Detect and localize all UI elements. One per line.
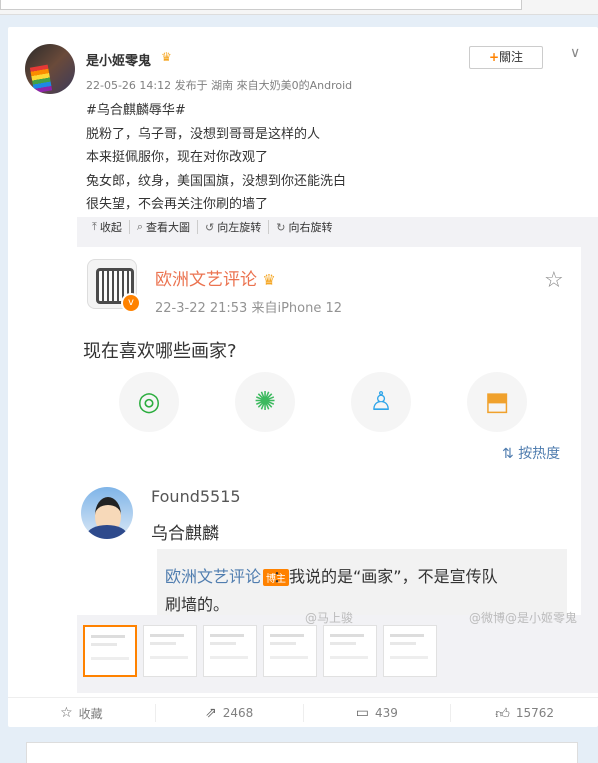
address-field[interactable]	[0, 0, 522, 10]
reply-author: 欧洲文艺评论 博主	[165, 563, 290, 587]
media-viewer: ⤒ 收起 ⌕ 查看大圖 ↺ 向左旋转 ↻ 向右旋转 v 欧洲文艺评论 ♛ 22-3-22…	[77, 217, 598, 693]
verified-icon: v	[121, 293, 141, 313]
reply-author-label: 欧洲文艺评论	[165, 567, 262, 586]
rotate-left-icon: ↺	[205, 220, 215, 234]
plus-icon: +	[488, 50, 500, 64]
sort-icon: ⇅	[502, 446, 514, 462]
moments-icon: ✺	[235, 372, 295, 432]
rotate-right-label: 向右旋转	[288, 221, 333, 234]
post-line: 本来挺佩服你，现在对你改观了	[86, 150, 269, 165]
wechat-icon: ◎	[119, 372, 179, 432]
thumbnail[interactable]	[203, 625, 257, 677]
inner-account-label: 欧洲文艺评论	[155, 270, 257, 290]
username[interactable]: 是小姬零鬼	[86, 50, 151, 69]
crown-icon: ♛	[161, 50, 172, 64]
repost-count: 2468	[222, 706, 254, 720]
like-count: 15762	[515, 706, 555, 720]
inner-meta: 22-3-22 21:53 来自iPhone 12	[155, 301, 343, 316]
hashtag[interactable]: #乌合麒麟辱华#	[86, 99, 346, 123]
commenter-name: Found5515	[151, 487, 241, 506]
post-line: 脱粉了，乌子哥，没想到哥哥是这样的人	[86, 126, 321, 142]
thumbnail[interactable]	[83, 625, 137, 677]
post-meta: 22-05-26 14:12 发布于 湖南 來自大奶美0的Android	[86, 79, 353, 92]
post-line: 兔女郎，纹身，美国国旗，没想到你还能洗白	[86, 173, 347, 189]
collapse-label: 收起	[99, 221, 122, 234]
thumbnail[interactable]	[383, 625, 437, 677]
sort-label: ⇅ 按热度	[502, 443, 560, 463]
star-icon: ☆	[544, 268, 564, 293]
comment-count: 439	[375, 706, 398, 720]
repost-icon: ⇗	[204, 705, 217, 721]
save-image-icon: ⬒	[467, 372, 527, 432]
avatar[interactable]	[25, 44, 75, 94]
comment-text: 乌合麒麟	[151, 524, 219, 544]
star-icon: ☆	[60, 705, 73, 721]
weibo-post-card: 是小姬零鬼 ♛ 22-05-26 14:12 发布于 湖南 來自大奶美0的And…	[8, 27, 598, 727]
avatar-body	[87, 525, 127, 539]
rainbow-flag-icon	[29, 64, 53, 94]
thumbnail[interactable]	[323, 625, 377, 677]
thumbs-up-icon: 👍︎	[495, 705, 510, 722]
watermark: @微博@是小姬零鬼	[469, 611, 578, 625]
thumbnail[interactable]	[263, 625, 317, 677]
collapse-button[interactable]: ⤒ 收起	[85, 220, 129, 234]
collapse-icon: ⤒	[92, 220, 97, 233]
qq-icon: ♙	[351, 372, 411, 432]
media-toolbar: ⤒ 收起 ⌕ 查看大圖 ↺ 向左旋转 ↻ 向右旋转	[85, 220, 339, 234]
browser-top-bar	[0, 0, 598, 15]
reply-text-2: 刷墙的。	[165, 595, 230, 614]
view-large-button[interactable]: ⌕ 查看大圖	[128, 220, 197, 234]
rotate-right-icon: ↻	[276, 220, 286, 234]
sort-text: 按热度	[518, 446, 561, 462]
rotate-left-button[interactable]: ↺ 向左旋转	[197, 220, 268, 234]
watermark: @马上骏	[305, 611, 354, 625]
screenshot-image[interactable]: v 欧洲文艺评论 ♛ 22-3-22 21:53 来自iPhone 12 ☆ 现…	[77, 247, 581, 615]
reply-box: 欧洲文艺评论 博主 ：我说的是“画家”，不是宣传队 刷墙的。	[157, 549, 567, 615]
repost-button[interactable]: ⇗ 2468	[154, 704, 303, 722]
action-bar: ☆ 收藏 ⇗ 2468 ▭ 439 👍︎ 15762	[8, 697, 598, 728]
follow-button[interactable]: +關注	[469, 46, 543, 69]
next-post-card	[26, 742, 578, 763]
commenter-avatar	[81, 487, 133, 539]
inner-avatar: v	[87, 259, 141, 313]
zoom-icon: ⌕	[136, 220, 144, 233]
comment-icon: ▭	[355, 705, 370, 721]
like-button[interactable]: 👍︎ 15762	[450, 704, 598, 722]
comment-button[interactable]: ▭ 439	[302, 704, 451, 722]
view-large-label: 查看大圖	[146, 221, 191, 234]
rotate-right-button[interactable]: ↻ 向右旋转	[268, 220, 339, 234]
post-text: #乌合麒麟辱华# 脱粉了，乌子哥，没想到哥哥是这样的人 本来挺佩服你，现在对你改…	[86, 99, 346, 217]
reply-text: ：我说的是“画家”，不是宣传队	[273, 567, 498, 586]
chevron-down-icon[interactable]: ∨	[570, 45, 580, 61]
favorite-label: 收藏	[78, 706, 103, 721]
crown-icon: ♛	[262, 271, 276, 289]
inner-question: 现在喜欢哪些画家?	[83, 341, 237, 362]
favorite-button[interactable]: ☆ 收藏	[8, 704, 155, 722]
thumbnail[interactable]	[143, 625, 197, 677]
post-line: 很失望，不会再关注你刷的墙了	[86, 197, 269, 212]
rotate-left-label: 向左旋转	[217, 221, 262, 234]
inner-account-name: 欧洲文艺评论 ♛	[155, 265, 276, 290]
thumbnail-strip	[83, 625, 437, 677]
follow-label: 關注	[499, 50, 524, 64]
